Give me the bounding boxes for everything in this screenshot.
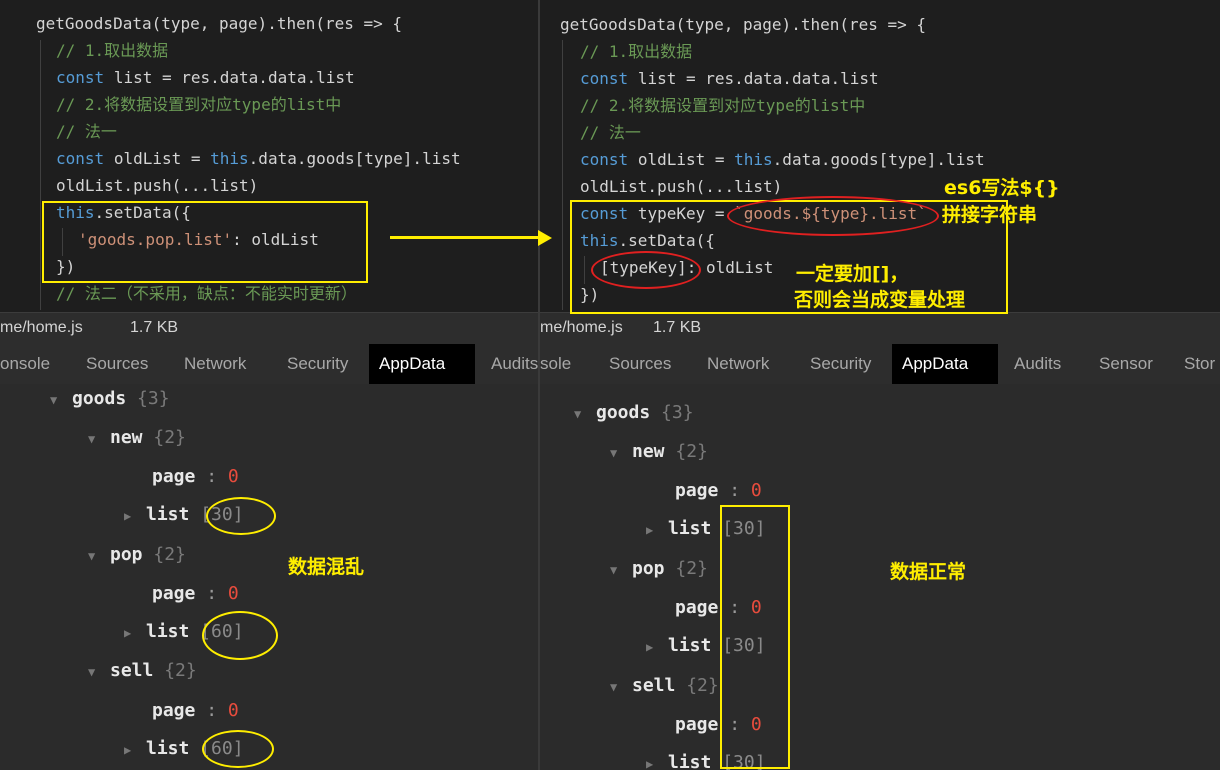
expand-triangle-icon[interactable]: ▶	[124, 737, 146, 763]
code-line: getGoodsData(type, page).then(res => {	[560, 15, 927, 34]
expand-triangle-icon[interactable]: ▶	[646, 751, 668, 770]
tab-sources[interactable]: Sources	[599, 344, 681, 384]
highlight-ellipse	[202, 730, 274, 768]
tree-node-goods[interactable]: ▼ goods {3}	[574, 400, 694, 426]
file-name: me/home.js	[540, 319, 623, 336]
expand-triangle-icon[interactable]: ▶	[124, 620, 146, 646]
tab-audits[interactable]: Audits	[481, 344, 538, 384]
annotation-variable: 否则会当成变量处理	[794, 289, 966, 311]
tab-storage[interactable]: Stor	[1174, 344, 1220, 384]
tree-node-new[interactable]: ▼ new {2}	[88, 425, 186, 451]
left-devtools-panel: getGoodsData(type, page).then(res => { /…	[0, 0, 538, 770]
expand-triangle-icon[interactable]: ▼	[610, 557, 632, 583]
expand-triangle-icon[interactable]: ▼	[88, 543, 110, 569]
tab-audits[interactable]: Audits	[1004, 344, 1071, 384]
tree-node-new[interactable]: ▼ new {2}	[610, 439, 708, 465]
annotation-string-concat: 拼接字符串	[942, 204, 1038, 226]
tab-network[interactable]: Network	[697, 344, 779, 384]
tab-security[interactable]: Security	[800, 344, 881, 384]
expand-triangle-icon[interactable]: ▼	[610, 674, 632, 700]
annotation-data-chaos: 数据混乱	[288, 556, 365, 578]
tab-console[interactable]: sole	[540, 344, 581, 384]
highlight-ellipse	[206, 497, 276, 535]
tree-node-pop[interactable]: ▼ pop {2}	[88, 542, 186, 568]
devtools-tab-bar: onsole Sources Network Security AppData …	[0, 344, 538, 385]
tab-security[interactable]: Security	[277, 344, 358, 384]
arrow-right-icon	[538, 230, 552, 246]
annotation-data-normal: 数据正常	[890, 561, 967, 583]
code-comment: // 2.将数据设置到对应type的list中	[56, 95, 342, 114]
highlight-box	[720, 505, 790, 769]
code-comment: // 2.将数据设置到对应type的list中	[580, 96, 866, 115]
code-line: const oldList = this.data.goods[type].li…	[56, 149, 461, 168]
highlight-ellipse	[727, 196, 939, 236]
highlight-box	[42, 201, 368, 283]
expand-triangle-icon[interactable]: ▶	[646, 634, 668, 660]
code-line: getGoodsData(type, page).then(res => {	[36, 14, 403, 33]
file-size: 1.7 KB	[130, 319, 179, 336]
tree-leaf-page: page : 0	[152, 583, 239, 604]
expand-triangle-icon[interactable]: ▼	[574, 401, 596, 427]
code-line: const list = res.data.data.list	[56, 68, 355, 87]
highlight-ellipse	[202, 611, 278, 660]
expand-triangle-icon[interactable]: ▼	[88, 426, 110, 452]
tab-appdata[interactable]: AppData	[892, 344, 998, 384]
devtools-tab-bar: sole Sources Network Security AppData Au…	[540, 344, 1220, 385]
highlight-ellipse	[591, 251, 701, 289]
tree-node-pop[interactable]: ▼ pop {2}	[610, 556, 708, 582]
tab-network[interactable]: Network	[174, 344, 256, 384]
file-info-bar: me/home.js 1.7 KB	[540, 312, 1220, 345]
tree-node-sell[interactable]: ▼ sell {2}	[610, 673, 719, 699]
code-comment: // 1.取出数据	[580, 42, 693, 61]
appdata-tree: ▼ goods {3} ▼ new {2} page : 0 ▶ list [30] …	[0, 384, 538, 770]
tree-leaf-page: page : 0	[675, 480, 762, 501]
appdata-tree: ▼ goods {3} ▼ new {2} page : 0 ▶ list [30] …	[540, 384, 1220, 770]
code-line: oldList.push(...list)	[580, 177, 783, 196]
tab-appdata[interactable]: AppData	[369, 344, 475, 384]
file-info-bar: me/home.js 1.7 KB	[0, 312, 538, 345]
tab-sensor[interactable]: Sensor	[1089, 344, 1163, 384]
tree-node-goods[interactable]: ▼ goods {3}	[50, 386, 170, 412]
tree-node-sell[interactable]: ▼ sell {2}	[88, 658, 197, 684]
code-line: const list = res.data.data.list	[580, 69, 879, 88]
code-comment: // 法二（不采用，缺点：不能实时更新）	[56, 284, 357, 303]
code-line: oldList.push(...list)	[56, 176, 259, 195]
code-comment: // 法一	[56, 122, 117, 141]
arrow-line	[390, 236, 540, 239]
tab-console[interactable]: onsole	[0, 344, 60, 384]
code-comment: // 法一	[580, 123, 641, 142]
file-size: 1.7 KB	[653, 319, 702, 336]
expand-triangle-icon[interactable]: ▼	[50, 387, 72, 413]
annotation-es6-syntax: es6写法${}	[944, 177, 1060, 199]
file-name: me/home.js	[0, 319, 83, 336]
expand-triangle-icon[interactable]: ▶	[646, 517, 668, 543]
expand-triangle-icon[interactable]: ▼	[610, 440, 632, 466]
code-line: const oldList = this.data.goods[type].li…	[580, 150, 985, 169]
expand-triangle-icon[interactable]: ▶	[124, 503, 146, 529]
annotation-brackets: 一定要加[]，	[796, 263, 909, 285]
expand-triangle-icon[interactable]: ▼	[88, 659, 110, 685]
code-comment: // 1.取出数据	[56, 41, 169, 60]
tab-sources[interactable]: Sources	[76, 344, 158, 384]
tree-leaf-page: page : 0	[152, 466, 239, 487]
right-devtools-panel: getGoodsData(type, page).then(res => { /…	[540, 0, 1220, 770]
tree-leaf-page: page : 0	[152, 700, 239, 721]
